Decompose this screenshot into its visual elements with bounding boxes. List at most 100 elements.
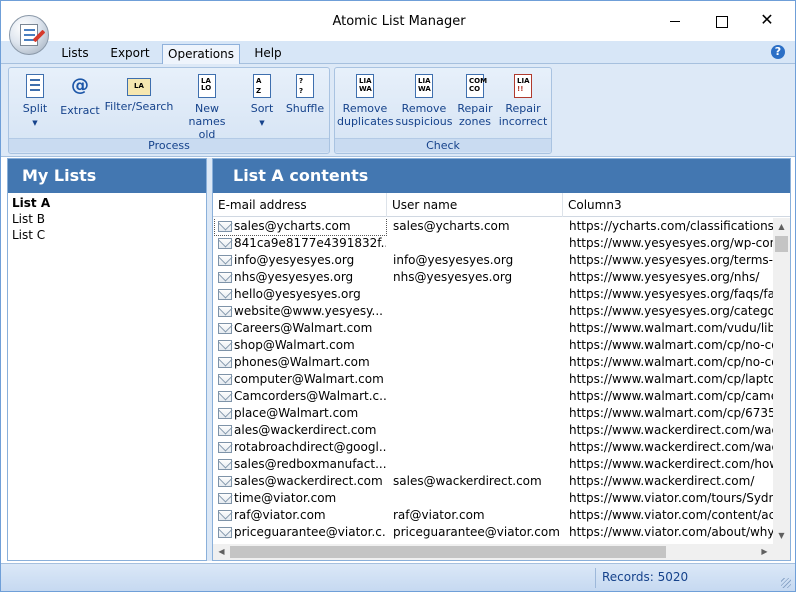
cell-email[interactable]: 841ca9e8177e4391832f... [215,235,386,252]
table-row[interactable]: info@yesyesyes.org info@yesyesyes.org http… [213,252,773,269]
cell-user-name[interactable]: raf@viator.com [393,507,563,524]
cell-email[interactable]: website@www.yesyesy... [215,303,386,320]
cell-email[interactable]: place@Walmart.com [215,405,386,422]
table-row[interactable]: rotabroachdirect@googl... https://www.wac… [213,439,773,456]
cell-column3[interactable]: https://www.wackerdirect.com/how- [569,456,773,473]
column-header-user-name[interactable]: User name [387,193,563,217]
cell-column3[interactable]: https://www.viator.com/about/why-b [569,524,773,541]
table-row[interactable]: ales@wackerdirect.com https://www.wackerd… [213,422,773,439]
repair-incorrect-button[interactable]: LIA!! Repair incorrect [497,74,549,128]
cell-email[interactable]: info@yesyesyes.org [215,252,386,269]
cell-column3[interactable]: https://www.wackerdirect.com/ [569,473,773,490]
cell-user-name[interactable]: info@yesyesyes.org [393,252,563,269]
table-row[interactable]: computer@Walmart.com https://www.walmart.… [213,371,773,388]
scroll-down-icon[interactable]: ▼ [773,527,790,544]
table-row[interactable]: raf@viator.com raf@viator.com https://www.… [213,507,773,524]
table-row[interactable]: phones@Walmart.com https://www.walmart.co… [213,354,773,371]
table-row[interactable]: Careers@Walmart.com https://www.walmart.c… [213,320,773,337]
cell-email[interactable]: sales@redboxmanufact... [215,456,386,473]
cell-column3[interactable]: https://www.yesyesyes.org/nhs/ [569,269,773,286]
table-row[interactable]: shop@Walmart.com https://www.walmart.com/… [213,337,773,354]
table-row[interactable]: website@www.yesyesy... https://www.yesyes… [213,303,773,320]
cell-column3[interactable]: https://www.viator.com/tours/Sydne [569,490,773,507]
shuffle-button[interactable]: ?? Shuffle [283,74,327,115]
minimize-button[interactable] [652,7,698,35]
cell-column3[interactable]: https://www.yesyesyes.org/categor [569,303,773,320]
horizontal-scroll-thumb[interactable] [230,546,666,558]
scroll-right-icon[interactable]: ▶ [756,544,773,560]
table-row[interactable]: 841ca9e8177e4391832f... https://www.yesye… [213,235,773,252]
cell-column3[interactable]: https://www.walmart.com/cp/laptop [569,371,773,388]
column-header-email[interactable]: E-mail address [213,193,387,217]
cell-column3[interactable]: https://www.yesyesyes.org/wp-cont [569,235,773,252]
status-separator [595,568,596,588]
cell-column3[interactable]: https://www.walmart.com/cp/camer [569,388,773,405]
list-item-list-a[interactable]: List A [8,195,206,211]
tab-help[interactable]: Help [247,44,289,65]
cell-user-name[interactable]: sales@wackerdirect.com [393,473,563,490]
cell-email[interactable]: sales@wackerdirect.com [215,473,386,490]
maximize-button[interactable] [698,7,744,35]
cell-email[interactable]: priceguarantee@viator.c... [215,524,386,541]
cell-column3[interactable]: https://www.walmart.com/cp/no-cor [569,337,773,354]
column-header-column3[interactable]: Column3 [563,193,790,217]
vertical-scroll-thumb[interactable] [775,236,788,252]
close-button[interactable]: ✕ [744,7,790,35]
extract-button[interactable]: @ Extract [57,74,103,117]
cell-column3[interactable]: https://www.walmart.com/cp/67355 [569,405,773,422]
cell-column3[interactable]: https://www.walmart.com/vudu/libli [569,320,773,337]
cell-column3[interactable]: https://www.viator.com/content/acc [569,507,773,524]
cell-user-name[interactable]: sales@ycharts.com [393,218,563,235]
resize-grip-icon[interactable] [781,578,791,588]
repair-zones-button[interactable]: COM CO Repair zones [453,74,497,128]
cell-column3[interactable]: https://www.walmart.com/cp/no-cor [569,354,773,371]
table-row[interactable]: nhs@yesyesyes.org nhs@yesyesyes.org https:… [213,269,773,286]
cell-email[interactable]: Careers@Walmart.com [215,320,386,337]
horizontal-scrollbar[interactable]: ◀ ▶ [213,544,773,560]
cell-email[interactable]: Camcorders@Walmart.c... [215,388,386,405]
cell-email-text: computer@Walmart.com [234,372,384,386]
split-icon [26,74,44,98]
app-logo-icon[interactable] [9,15,49,55]
cell-user-name[interactable]: priceguarantee@viator.com [393,524,563,541]
table-row[interactable]: sales@redboxmanufact... https://www.wacke… [213,456,773,473]
cell-column3[interactable]: https://www.wackerdirect.com/wack [569,422,773,439]
cell-email[interactable]: rotabroachdirect@googl... [215,439,386,456]
cell-column3[interactable]: https://ycharts.com/classifications/s [569,218,773,235]
table-row[interactable]: time@viator.com https://www.viator.com/to… [213,490,773,507]
cell-column3[interactable]: https://www.yesyesyes.org/terms-a [569,252,773,269]
table-row[interactable]: hello@yesyesyes.org https://www.yesyesyes… [213,286,773,303]
cell-email[interactable]: shop@Walmart.com [215,337,386,354]
list-item-list-b[interactable]: List B [8,211,206,227]
tab-export[interactable]: Export [104,44,156,65]
help-icon[interactable]: ? [771,45,785,59]
cell-email[interactable]: time@viator.com [215,490,386,507]
cell-email[interactable]: phones@Walmart.com [215,354,386,371]
cell-email[interactable]: ales@wackerdirect.com [215,422,386,439]
scroll-up-icon[interactable]: ▲ [773,218,790,235]
cell-user-name[interactable]: nhs@yesyesyes.org [393,269,563,286]
cell-column3[interactable]: https://www.yesyesyes.org/faqs/fac [569,286,773,303]
remove-suspicious-icon: LIA WA [415,74,433,98]
cell-email[interactable]: computer@Walmart.com [215,371,386,388]
sort-button[interactable]: AZ Sort ▼ [241,74,283,130]
tab-operations[interactable]: Operations [162,44,240,65]
table-row[interactable]: sales@ycharts.com sales@ycharts.com https:… [213,218,773,236]
cell-email[interactable]: nhs@yesyesyes.org [215,269,386,286]
cell-email[interactable]: raf@viator.com [215,507,386,524]
split-button[interactable]: Split ▼ [13,74,57,130]
remove-suspicious-button[interactable]: LIA WA Remove suspicious [395,74,453,128]
scroll-left-icon[interactable]: ◀ [213,544,230,560]
remove-duplicates-button[interactable]: LIA WA Remove duplicates [337,74,394,128]
table-row[interactable]: priceguarantee@viator.c... priceguarantee… [213,524,773,541]
cell-email[interactable]: sales@ycharts.com [214,218,387,236]
filter-search-button[interactable]: LA Filter/Search [103,74,175,113]
cell-email[interactable]: hello@yesyesyes.org [215,286,386,303]
cell-column3[interactable]: https://www.wackerdirect.com/wack [569,439,773,456]
tab-lists[interactable]: Lists [55,44,95,65]
table-row[interactable]: place@Walmart.com https://www.walmart.com… [213,405,773,422]
table-row[interactable]: Camcorders@Walmart.c... https://www.walma… [213,388,773,405]
table-row[interactable]: sales@wackerdirect.com sales@wackerdirect… [213,473,773,490]
list-item-list-c[interactable]: List C [8,227,206,243]
vertical-scrollbar[interactable]: ▲ ▼ [773,218,790,544]
